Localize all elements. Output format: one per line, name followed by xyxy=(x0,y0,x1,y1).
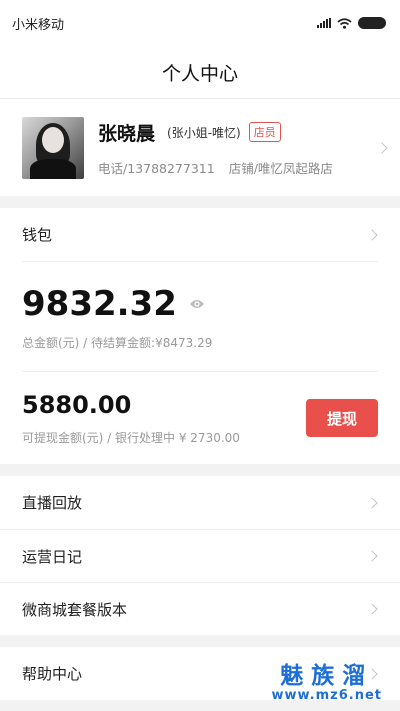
menu-item-operation-log[interactable]: 运营日记 xyxy=(0,529,400,582)
signal-icon xyxy=(317,18,331,28)
withdrawable-balance: 5880.00 可提现金额(元) / 银行处理中 ¥ 2730.00 提现 xyxy=(22,371,378,464)
avatar xyxy=(22,116,84,179)
chevron-right-icon xyxy=(366,550,378,562)
user-alias: (张小姐-唯忆) xyxy=(167,125,241,140)
total-subtitle: 总金额(元) / 待结算金额:¥8473.29 xyxy=(22,336,213,350)
total-amount: 9832.32 xyxy=(22,284,177,324)
wallet-label: 钱包 xyxy=(22,226,53,244)
withdrawable-subtitle: 可提现金额(元) / 银行处理中 ¥ 2730.00 xyxy=(22,430,240,445)
chevron-right-icon xyxy=(366,603,378,615)
watermark-en: www.mz6.net xyxy=(271,688,382,703)
total-balance: 9832.32 总金额(元) / 待结算金额:¥8473.29 xyxy=(22,261,378,371)
wallet-section: 钱包 9832.32 总金额(元) / 待结算金额:¥8473.29 5880.… xyxy=(0,208,400,464)
menu-item-live-replay[interactable]: 直播回放 xyxy=(0,476,400,529)
store-text: 店铺/唯忆凤起路店 xyxy=(228,160,333,176)
contact-line: 电话/13788277311 店铺/唯忆凤起路店 xyxy=(98,158,378,177)
wallet-row[interactable]: 钱包 xyxy=(0,208,400,261)
withdraw-button[interactable]: 提现 xyxy=(306,399,378,437)
menu-item-store-plan[interactable]: 微商城套餐版本 xyxy=(0,582,400,635)
menu-section: 直播回放 运营日记 微商城套餐版本 xyxy=(0,476,400,635)
carrier-label: 小米移动 xyxy=(12,17,65,33)
battery-icon xyxy=(358,17,386,29)
profile-card[interactable]: 张晓晨 (张小姐-唯忆) 店员 电话/13788277311 店铺/唯忆凤起路店 xyxy=(0,98,400,196)
phone-text: 电话/13788277311 xyxy=(98,160,215,176)
status-icons xyxy=(317,17,386,29)
watermark: 魅族溜 www.mz6.net xyxy=(271,656,382,703)
nav-bar: 个人中心 xyxy=(0,46,400,98)
menu-item-label: 帮助中心 xyxy=(22,665,83,683)
wallet-balances: 9832.32 总金额(元) / 待结算金额:¥8473.29 5880.00 … xyxy=(0,261,400,464)
chevron-right-icon xyxy=(366,496,378,509)
user-name: 张晓晨 xyxy=(98,122,156,145)
menu-item-label: 微商城套餐版本 xyxy=(22,600,128,619)
name-row: 张晓晨 (张小姐-唯忆) 店员 xyxy=(98,119,378,146)
watermark-cn: 魅族溜 xyxy=(280,663,374,689)
profile-info: 张晓晨 (张小姐-唯忆) 店员 电话/13788277311 店铺/唯忆凤起路店 xyxy=(98,119,378,177)
total-amount-row: 9832.32 xyxy=(22,284,378,324)
page-title: 个人中心 xyxy=(161,62,238,85)
menu-item-label: 直播回放 xyxy=(22,494,83,512)
menu-item-label: 运营日记 xyxy=(22,547,83,566)
chevron-right-icon xyxy=(376,141,388,154)
eye-icon[interactable] xyxy=(189,298,205,310)
chevron-right-icon xyxy=(366,228,378,241)
status-bar: 小米移动 xyxy=(0,0,400,46)
wifi-icon xyxy=(337,17,352,29)
role-badge: 店员 xyxy=(248,122,281,142)
withdrawable-amount: 5880.00 xyxy=(22,390,132,419)
